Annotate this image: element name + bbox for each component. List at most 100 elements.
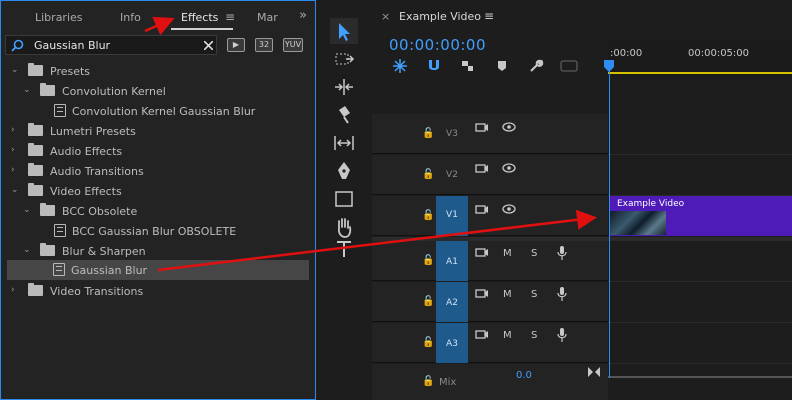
lock-icon[interactable]: 🔓 (422, 337, 434, 348)
tabs-overflow-icon[interactable]: » (299, 8, 307, 23)
toggle-sync-lock-icon[interactable] (475, 247, 489, 259)
tree-item-label: BCC Gaussian Blur OBSOLETE (72, 225, 237, 238)
time-ruler[interactable]: :00:00 00:00:05:00 (608, 40, 792, 76)
slip-icon (334, 136, 354, 150)
playhead-timecode[interactable]: 00:00:00:00 (389, 36, 486, 54)
track-target-v1[interactable]: V1 (436, 196, 468, 236)
microphone-icon[interactable] (557, 286, 567, 302)
track-select-icon (335, 53, 355, 65)
track-target-a3[interactable]: A3 (436, 323, 468, 363)
track-separator (608, 363, 792, 364)
track-name-v2[interactable]: V2 (436, 170, 468, 180)
track-name-v3[interactable]: V3 (436, 129, 468, 139)
wrench-icon[interactable] (528, 58, 544, 74)
tab-info[interactable]: Info (120, 11, 141, 24)
chevron-down-icon[interactable]: ⌄ (23, 85, 31, 95)
sequence-tab-title[interactable]: Example Video (399, 10, 481, 23)
solo-button[interactable]: S (531, 248, 537, 259)
tab-libraries[interactable]: Libraries (35, 11, 83, 24)
mute-button[interactable]: M (503, 289, 512, 300)
sequence-menu-icon[interactable]: ≡ (484, 9, 494, 23)
active-tab-indicator (171, 28, 233, 30)
search-row: Gaussian Blur ▶ 32 YUV (5, 35, 311, 55)
zoom-scrollbar[interactable] (608, 376, 792, 378)
video-clip[interactable]: Example Video (609, 196, 792, 236)
chevron-right-icon[interactable]: › (11, 125, 15, 135)
chevron-down-icon[interactable]: ⌄ (11, 65, 19, 75)
eye-icon[interactable] (502, 204, 516, 214)
tree-item-convolution-kernel[interactable]: ⌄ Convolution Kernel (2, 81, 314, 101)
toggle-sync-lock-icon[interactable] (475, 288, 489, 300)
slip-tool[interactable] (330, 130, 358, 156)
accelerated-effects-icon[interactable]: ▶ (227, 38, 245, 52)
lock-icon[interactable]: 🔓 (422, 296, 434, 307)
eye-icon[interactable] (502, 163, 516, 173)
selection-arrow-icon (339, 23, 350, 41)
ripple-edit-tool[interactable] (330, 74, 358, 100)
go-to-in-out-icon[interactable] (587, 366, 601, 378)
solo-button[interactable]: S (531, 289, 537, 300)
folder-icon (28, 183, 43, 196)
tree-item-audio-transitions[interactable]: › Audio Transitions (2, 161, 314, 181)
selection-tool[interactable] (330, 18, 358, 44)
microphone-icon[interactable] (557, 327, 567, 343)
lock-icon[interactable]: 🔓 (422, 128, 434, 139)
tree-item-video-transitions[interactable]: › Video Transitions (2, 281, 314, 301)
tree-item-blur-and-sharpen[interactable]: ⌄ Blur & Sharpen (2, 241, 314, 261)
chevron-down-icon[interactable]: ⌄ (23, 245, 31, 255)
tree-item-lumetri-presets[interactable]: › Lumetri Presets (2, 121, 314, 141)
mix-volume-value[interactable]: 0.0 (516, 370, 532, 381)
nest-sequence-icon[interactable] (392, 58, 408, 74)
razor-tool[interactable] (330, 102, 358, 128)
type-tool[interactable] (330, 236, 358, 262)
track-header-v1: 🔓 V1 (372, 196, 608, 236)
tree-item-presets[interactable]: ⌄ Presets (2, 61, 314, 81)
work-area-bar[interactable] (608, 72, 792, 74)
pen-tool[interactable] (330, 158, 358, 184)
rectangle-tool[interactable] (330, 186, 358, 212)
chevron-down-icon[interactable]: ⌄ (11, 185, 19, 195)
solo-button[interactable]: S (531, 330, 537, 341)
track-target-a1[interactable]: A1 (436, 241, 468, 281)
close-sequence-icon[interactable]: × (381, 10, 390, 23)
lock-icon[interactable]: 🔓 (422, 169, 434, 180)
toggle-sync-lock-icon[interactable] (475, 204, 489, 216)
tree-item-bcc-obsolete[interactable]: ⌄ BCC Obsolete (2, 201, 314, 221)
tree-item-audio-effects[interactable]: › Audio Effects (2, 141, 314, 161)
linked-selection-icon[interactable] (460, 58, 476, 74)
playhead-line[interactable] (609, 60, 610, 378)
yuv-filter-button[interactable]: YUV (283, 38, 303, 52)
toggle-sync-lock-icon[interactable] (475, 122, 489, 134)
track-select-tool[interactable] (330, 46, 358, 72)
eye-icon[interactable] (502, 122, 516, 132)
32-bit-filter-button[interactable]: 32 (255, 38, 273, 52)
tree-item-video-effects[interactable]: ⌄ Video Effects (2, 181, 314, 201)
lock-icon[interactable]: 🔓 (422, 255, 434, 266)
microphone-icon[interactable] (557, 245, 567, 261)
add-marker-icon[interactable] (495, 58, 509, 74)
tree-item-gaussian-blur[interactable]: Gaussian Blur (7, 260, 309, 280)
snap-icon[interactable] (426, 58, 442, 74)
type-icon (337, 241, 351, 257)
chevron-right-icon[interactable]: › (11, 145, 15, 155)
effects-menu-icon[interactable]: ≡ (225, 10, 235, 24)
preset-folder-icon (40, 83, 55, 96)
track-target-a2[interactable]: A2 (436, 282, 468, 322)
mute-button[interactable]: M (503, 330, 512, 341)
chevron-right-icon[interactable]: › (11, 285, 15, 295)
tab-markers[interactable]: Mar (257, 11, 278, 24)
lock-icon[interactable]: 🔓 (422, 376, 434, 387)
mute-button[interactable]: M (503, 248, 512, 259)
tree-item-convolution-kernel-gaussian-blur[interactable]: Convolution Kernel Gaussian Blur (2, 101, 314, 121)
tree-item-bcc-gaussian-blur-obsolete[interactable]: BCC Gaussian Blur OBSOLETE (2, 221, 314, 241)
tab-effects[interactable]: Effects (181, 11, 218, 24)
captions-icon[interactable] (560, 60, 578, 72)
toggle-sync-lock-icon[interactable] (475, 329, 489, 341)
search-input[interactable]: Gaussian Blur (5, 35, 217, 55)
toggle-sync-lock-icon[interactable] (475, 163, 489, 175)
chevron-down-icon[interactable]: ⌄ (23, 205, 31, 215)
chevron-right-icon[interactable]: › (11, 165, 15, 175)
clear-search-icon[interactable] (204, 41, 213, 50)
tree-item-label: Blur & Sharpen (62, 245, 146, 258)
lock-icon[interactable]: 🔓 (422, 210, 434, 221)
